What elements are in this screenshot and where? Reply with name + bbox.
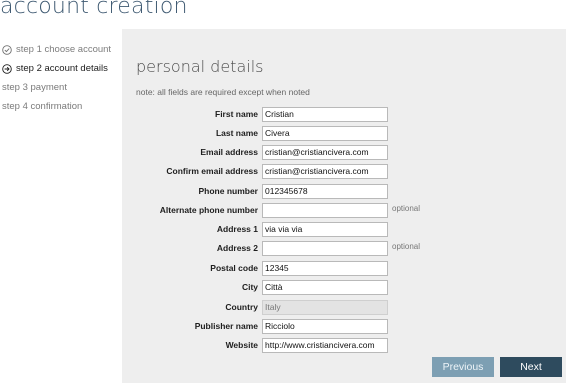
first-name-input[interactable] xyxy=(262,107,388,122)
details-panel: personal details note: all fields are re… xyxy=(122,29,566,383)
optional-hint: optional xyxy=(392,242,421,251)
field-label: Publisher name xyxy=(194,321,258,331)
last-name-input[interactable] xyxy=(262,126,388,141)
form-row-publisher-name: Publisher name xyxy=(122,319,566,335)
form-row-alt-phone: Alternate phone number optional xyxy=(122,203,566,219)
form-row-address-2: Address 2 optional xyxy=(122,241,566,257)
form-row-city: City xyxy=(122,280,566,296)
form-row-address-1: Address 1 xyxy=(122,222,566,238)
field-label: First name xyxy=(215,109,258,119)
phone-input[interactable] xyxy=(262,184,388,199)
step-label: step 2 account details xyxy=(16,63,108,74)
step-label: step 4 confirmation xyxy=(2,101,83,112)
address-2-input[interactable] xyxy=(262,241,388,256)
alternate-phone-input[interactable] xyxy=(262,203,388,218)
field-label: Address 1 xyxy=(216,224,258,234)
field-label: Website xyxy=(225,340,258,350)
step-label: step 3 payment xyxy=(2,82,67,93)
field-label: Phone number xyxy=(198,186,258,196)
step-confirmation[interactable]: step 4 confirmation xyxy=(0,97,122,116)
field-label: Confirm email address xyxy=(166,166,258,176)
form-row-phone: Phone number xyxy=(122,184,566,200)
page-title: account creation xyxy=(0,0,188,19)
step-choose-account[interactable]: step 1 choose account xyxy=(0,40,122,59)
publisher-name-input[interactable] xyxy=(262,319,388,334)
field-label: Alternate phone number xyxy=(159,205,258,215)
form-row-confirm-email: Confirm email address xyxy=(122,164,566,180)
optional-hint: optional xyxy=(392,204,421,213)
email-input[interactable] xyxy=(262,145,388,160)
checkmark-circle-icon xyxy=(2,44,12,55)
form-row-postal-code: Postal code xyxy=(122,261,566,277)
step-payment[interactable]: step 3 payment xyxy=(0,78,122,97)
step-account-details[interactable]: step 2 account details xyxy=(0,59,122,78)
field-label: Last name xyxy=(215,128,258,138)
wizard-steps: step 1 choose account step 2 account det… xyxy=(0,40,122,116)
form-row-website: Website xyxy=(122,338,566,354)
address-1-input[interactable] xyxy=(262,222,388,237)
website-input[interactable] xyxy=(262,338,388,353)
field-label: Country xyxy=(225,302,258,312)
required-note: note: all fields are required except whe… xyxy=(136,87,310,97)
confirm-email-input[interactable] xyxy=(262,164,388,179)
form-row-country: Country xyxy=(122,300,566,316)
postal-code-input[interactable] xyxy=(262,261,388,276)
city-input[interactable] xyxy=(262,280,388,295)
step-label: step 1 choose account xyxy=(16,44,112,55)
field-label: Email address xyxy=(200,147,258,157)
arrow-right-circle-icon xyxy=(2,63,12,74)
form-row-last-name: Last name xyxy=(122,126,566,142)
field-label: City xyxy=(241,282,258,292)
section-title: personal details xyxy=(136,57,264,76)
field-label: Address 2 xyxy=(216,243,258,253)
field-label: Postal code xyxy=(210,263,258,273)
form-row-first-name: First name xyxy=(122,107,566,123)
previous-button[interactable]: Previous xyxy=(432,357,494,377)
next-button[interactable]: Next xyxy=(500,357,562,377)
form-row-email: Email address xyxy=(122,145,566,161)
country-input xyxy=(262,300,388,315)
